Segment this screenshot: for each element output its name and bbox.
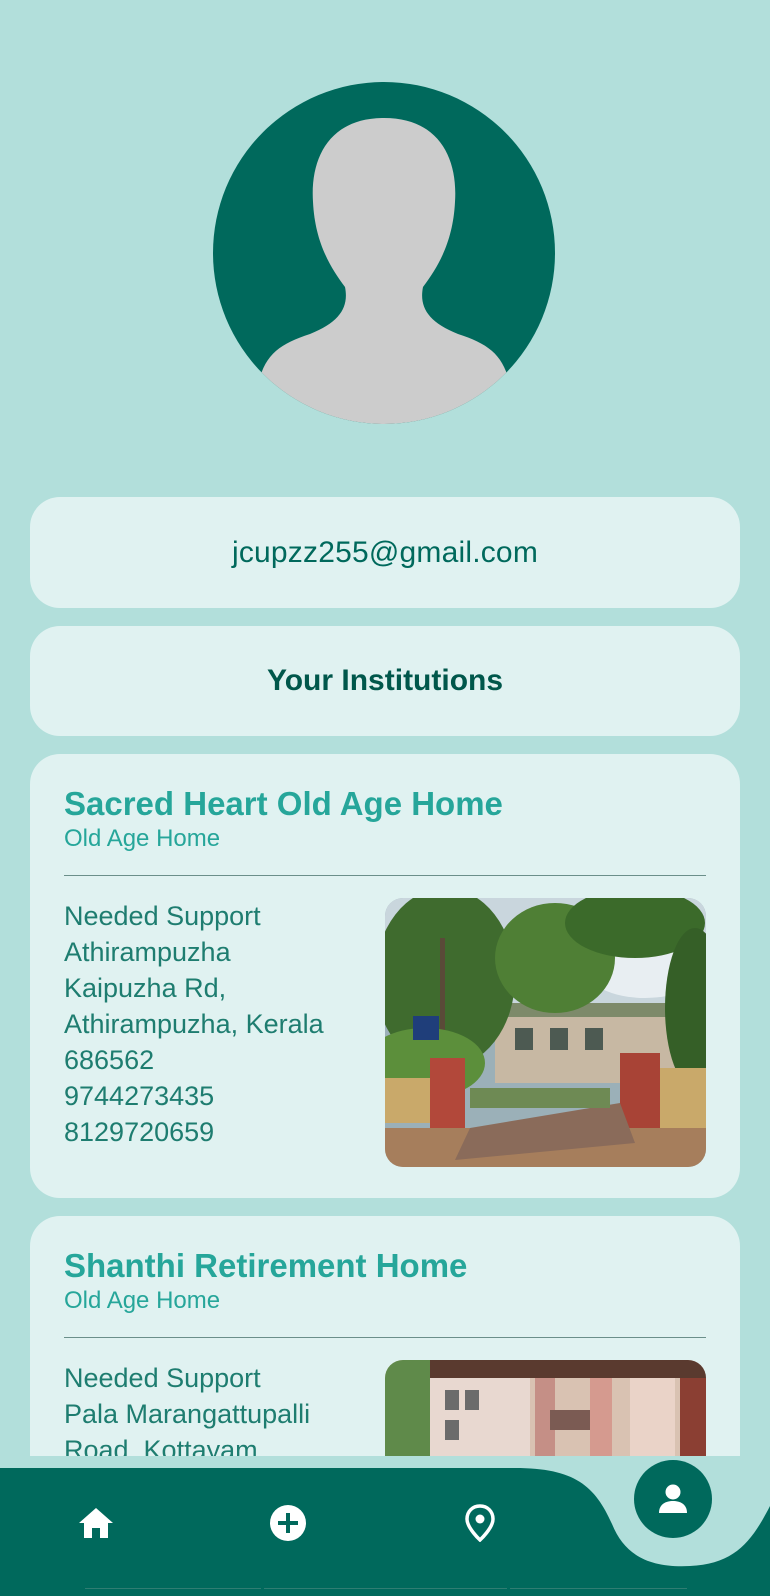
nav-indicator-line [85,1588,261,1596]
address-line: Athirampuzha [64,937,231,967]
divider [64,875,706,876]
institution-photo [385,1360,706,1456]
section-title: Your Institutions [266,664,504,697]
profile-avatar[interactable] [213,82,555,424]
location-pin-icon [465,1504,495,1542]
person-icon [659,1484,687,1513]
institution-type: Old Age Home [64,825,221,852]
nav-home[interactable] [76,1503,116,1543]
nav-location[interactable] [460,1503,500,1543]
your-institutions-header: Your Institutions [30,626,740,736]
nav-add[interactable] [268,1503,308,1543]
nav-indicator-line [264,1588,507,1596]
add-circle-icon [270,1505,306,1541]
postal-code: 686562 [64,1045,155,1075]
email-text: jcupzz255@gmail.com [231,535,539,569]
institution-details: Needed Support Athirampuzha Kaipuzha Rd,… [64,898,384,1150]
institution-name: Shanthi Retirement Home [64,1247,468,1284]
person-placeholder-icon [213,82,555,424]
institution-type: Old Age Home [64,1287,221,1314]
institution-photo [385,898,706,1167]
nav-profile[interactable] [634,1460,712,1538]
email-card: jcupzz255@gmail.com [30,497,740,608]
institution-card[interactable]: Sacred Heart Old Age Home Old Age Home N… [30,754,740,1198]
address-line: Athirampuzha, Kerala [64,1009,324,1039]
bottom-navigation-bar [0,1446,770,1596]
nav-indicator-line [510,1588,687,1596]
phone-number: 8129720659 [64,1117,215,1147]
support-label: Needed Support [64,901,261,931]
phone-number: 9744273435 [64,1081,215,1111]
divider [64,1337,706,1338]
support-label: Needed Support [64,1363,261,1393]
institution-card[interactable]: Shanthi Retirement Home Old Age Home Nee… [30,1216,740,1456]
institution-name: Sacred Heart Old Age Home [64,785,503,822]
institution-details: Needed Support Pala Marangattupalli Road… [64,1360,384,1456]
address-line: Kaipuzha Rd, [64,973,227,1003]
home-icon [79,1508,113,1538]
address-line: Pala Marangattupalli [64,1399,311,1429]
